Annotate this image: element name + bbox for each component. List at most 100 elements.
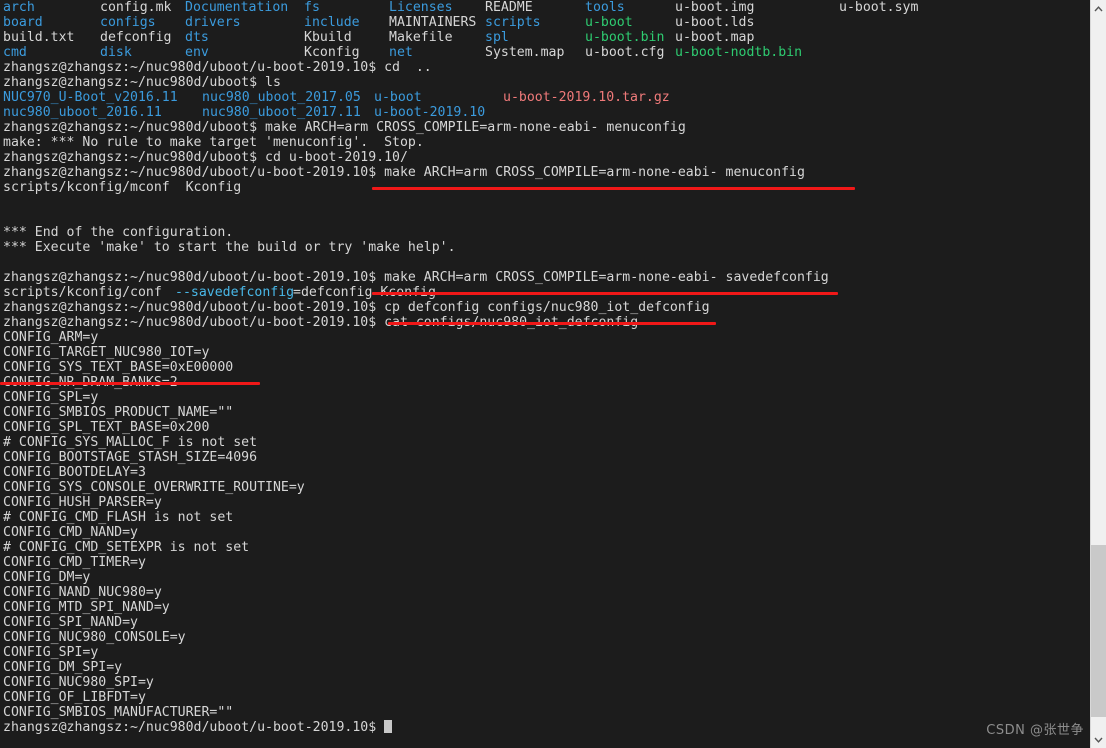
- terminal-text: CONFIG_SPI=y: [3, 645, 99, 660]
- terminal-line: zhangsz@zhangsz:~/nuc980d/uboot/u-boot-2…: [0, 720, 1089, 735]
- terminal-text: CONFIG_SMBIOS_PRODUCT_NAME="": [3, 405, 234, 420]
- vertical-scrollbar[interactable]: [1090, 0, 1106, 748]
- terminal-text: scripts: [485, 15, 541, 30]
- terminal-text: CONFIG_DM=y: [3, 570, 91, 585]
- terminal-line: CONFIG_DM_SPI=y: [0, 660, 1089, 675]
- terminal-line: # CONFIG_SYS_MALLOC_F is not set: [0, 435, 1089, 450]
- terminal-text: CONFIG_HUSH_PARSER=y: [3, 495, 162, 510]
- terminal-line: CONFIG_SYS_TEXT_BASE=0xE00000: [0, 360, 1089, 375]
- terminal-text: CONFIG_SPL=y: [3, 390, 99, 405]
- terminal-text: u-boot: [374, 90, 422, 105]
- terminal-line: arch config.mk Documentation fs Licenses READ…: [0, 0, 1089, 15]
- terminal-text: fs: [304, 0, 320, 15]
- terminal-line: CONFIG_NUC980_SPI=y: [0, 675, 1089, 690]
- terminal-text: env: [185, 45, 209, 60]
- terminal-text: make: *** No rule to make target 'menuco…: [3, 135, 424, 150]
- scrollbar-thumb[interactable]: [1091, 545, 1106, 717]
- terminal-text: u-boot.lds: [675, 15, 755, 30]
- terminal-text: CONFIG_SYS_CONSOLE_OVERWRITE_ROUTINE=y: [3, 480, 305, 495]
- terminal-line: CONFIG_SPL_TEXT_BASE=0x200: [0, 420, 1089, 435]
- terminal-line: # CONFIG_CMD_SETEXPR is not set: [0, 540, 1089, 555]
- terminal-text: # CONFIG_CMD_FLASH is not set: [3, 510, 234, 525]
- terminal-text: u-boot-2019.10.tar.gz: [503, 90, 670, 105]
- terminal-text: *** Execute 'make' to start the build or…: [3, 240, 456, 255]
- terminal-text: README: [485, 0, 533, 15]
- terminal-text: u-boot.sym: [839, 0, 919, 15]
- terminal-line: cmd disk env Kconfig net System.map u-boot.cfg…: [0, 45, 1089, 60]
- terminal-line: CONFIG_SPI=y: [0, 645, 1089, 660]
- terminal-output-area[interactable]: arch config.mk Documentation fs Licenses READ…: [0, 0, 1090, 748]
- terminal-text: u-boot-nodtb.bin: [675, 45, 803, 60]
- terminal-text: u-boot.bin: [585, 30, 665, 45]
- terminal-text: zhangsz@zhangsz:~/nuc980d/uboot/u-boot-2…: [3, 300, 710, 315]
- terminal-line: zhangsz@zhangsz:~/nuc980d/uboot/u-boot-2…: [0, 60, 1089, 75]
- terminal-line: build.txt defconfig dts Kbuild Makefile spl u-…: [0, 30, 1089, 45]
- terminal-screenshot: arch config.mk Documentation fs Licenses READ…: [0, 0, 1106, 748]
- terminal-text: scripts/kconfig/mconf Kconfig: [3, 180, 242, 195]
- terminal-text: configs: [100, 15, 156, 30]
- terminal-text: u-boot: [585, 15, 633, 30]
- terminal-text: --savedefconfig: [175, 285, 295, 300]
- terminal-text: CONFIG_NUC980_CONSOLE=y: [3, 630, 186, 645]
- terminal-line: CONFIG_SMBIOS_MANUFACTURER="": [0, 705, 1089, 720]
- terminal-text: Documentation: [185, 0, 289, 15]
- terminal-line: CONFIG_MTD_SPI_NAND=y: [0, 600, 1089, 615]
- terminal-text: CONFIG_BOOTDELAY=3: [3, 465, 146, 480]
- terminal-text: NUC970_U-Boot_v2016.11: [3, 90, 178, 105]
- terminal-text: CONFIG_SMBIOS_MANUFACTURER="": [3, 705, 234, 720]
- terminal-text: CONFIG_SPL_TEXT_BASE=0x200: [3, 420, 210, 435]
- terminal-line: CONFIG_ARM=y: [0, 330, 1089, 345]
- terminal-text: =defconfig Kconfig: [293, 285, 436, 300]
- terminal-line: *** Execute 'make' to start the build or…: [0, 240, 1089, 255]
- terminal-text: Makefile: [389, 30, 453, 45]
- terminal-text: CONFIG_CMD_TIMER=y: [3, 555, 146, 570]
- terminal-text: zhangsz@zhangsz:~/nuc980d/uboot/u-boot-2…: [3, 315, 639, 330]
- terminal-line: CONFIG_DM=y: [0, 570, 1089, 585]
- terminal-line: CONFIG_SPL=y: [0, 390, 1089, 405]
- scroll-down-button[interactable]: [1091, 731, 1106, 748]
- terminal-line: zhangsz@zhangsz:~/nuc980d/uboot$ make AR…: [0, 120, 1089, 135]
- terminal-text: tools: [585, 0, 625, 15]
- terminal-line: CONFIG_SPI_NAND=y: [0, 615, 1089, 630]
- chevron-up-icon: [1094, 5, 1103, 12]
- terminal-text: include: [304, 15, 360, 30]
- scroll-up-button[interactable]: [1091, 0, 1106, 17]
- terminal-text: CONFIG_SPI_NAND=y: [3, 615, 138, 630]
- terminal-text: nuc980_uboot_2016.11: [3, 105, 162, 120]
- terminal-text: u-boot.map: [675, 30, 755, 45]
- terminal-text: zhangsz@zhangsz:~/nuc980d/uboot/u-boot-2…: [3, 270, 829, 285]
- terminal-text: defconfig: [100, 30, 172, 45]
- terminal-text: # CONFIG_CMD_SETEXPR is not set: [3, 540, 250, 555]
- terminal-line: CONFIG_BOOTSTAGE_STASH_SIZE=4096: [0, 450, 1089, 465]
- terminal-text: CONFIG_MTD_SPI_NAND=y: [3, 600, 170, 615]
- terminal-text: drivers: [185, 15, 241, 30]
- terminal-text: CONFIG_TARGET_NUC980_IOT=y: [3, 345, 210, 360]
- terminal-text: build.txt: [3, 30, 75, 45]
- block-cursor: [384, 720, 393, 733]
- terminal-line: NUC970_U-Boot_v2016.11 nuc980_uboot_2017.…: [0, 90, 1089, 105]
- terminal-line: CONFIG_OF_LIBFDT=y: [0, 690, 1089, 705]
- terminal-text: u-boot-2019.10: [374, 105, 486, 120]
- terminal-text: nuc980_uboot_2017.05: [202, 90, 361, 105]
- terminal-text: CONFIG_CMD_NAND=y: [3, 525, 138, 540]
- terminal-line: nuc980_uboot_2016.11 nuc980_uboot_2017.11…: [0, 105, 1089, 120]
- terminal-text: zhangsz@zhangsz:~/nuc980d/uboot$ cd u-bo…: [3, 150, 408, 165]
- terminal-line: CONFIG_NUC980_CONSOLE=y: [0, 630, 1089, 645]
- terminal-text: CONFIG_NUC980_SPI=y: [3, 675, 154, 690]
- terminal-text: *** End of the configuration.: [3, 225, 234, 240]
- terminal-line: CONFIG_BOOTDELAY=3: [0, 465, 1089, 480]
- terminal-text: dts: [185, 30, 209, 45]
- terminal-text: scripts/kconfig/conf: [3, 285, 178, 300]
- terminal-text: nuc980_uboot_2017.11: [202, 105, 361, 120]
- terminal-line: CONFIG_NR_DRAM_BANKS=2: [0, 375, 1089, 390]
- terminal-line: zhangsz@zhangsz:~/nuc980d/uboot/u-boot-2…: [0, 315, 1089, 330]
- terminal-line: zhangsz@zhangsz:~/nuc980d/uboot$ cd u-bo…: [0, 150, 1089, 165]
- terminal-text: CONFIG_SYS_TEXT_BASE=0xE00000: [3, 360, 234, 375]
- terminal-text: zhangsz@zhangsz:~/nuc980d/uboot/u-boot-2…: [3, 720, 385, 735]
- terminal-line: scripts/kconfig/mconf Kconfig: [0, 180, 1089, 195]
- terminal-line: make: *** No rule to make target 'menuco…: [0, 135, 1089, 150]
- terminal-line: # CONFIG_CMD_FLASH is not set: [0, 510, 1089, 525]
- terminal-text: zhangsz@zhangsz:~/nuc980d/uboot/u-boot-2…: [3, 165, 805, 180]
